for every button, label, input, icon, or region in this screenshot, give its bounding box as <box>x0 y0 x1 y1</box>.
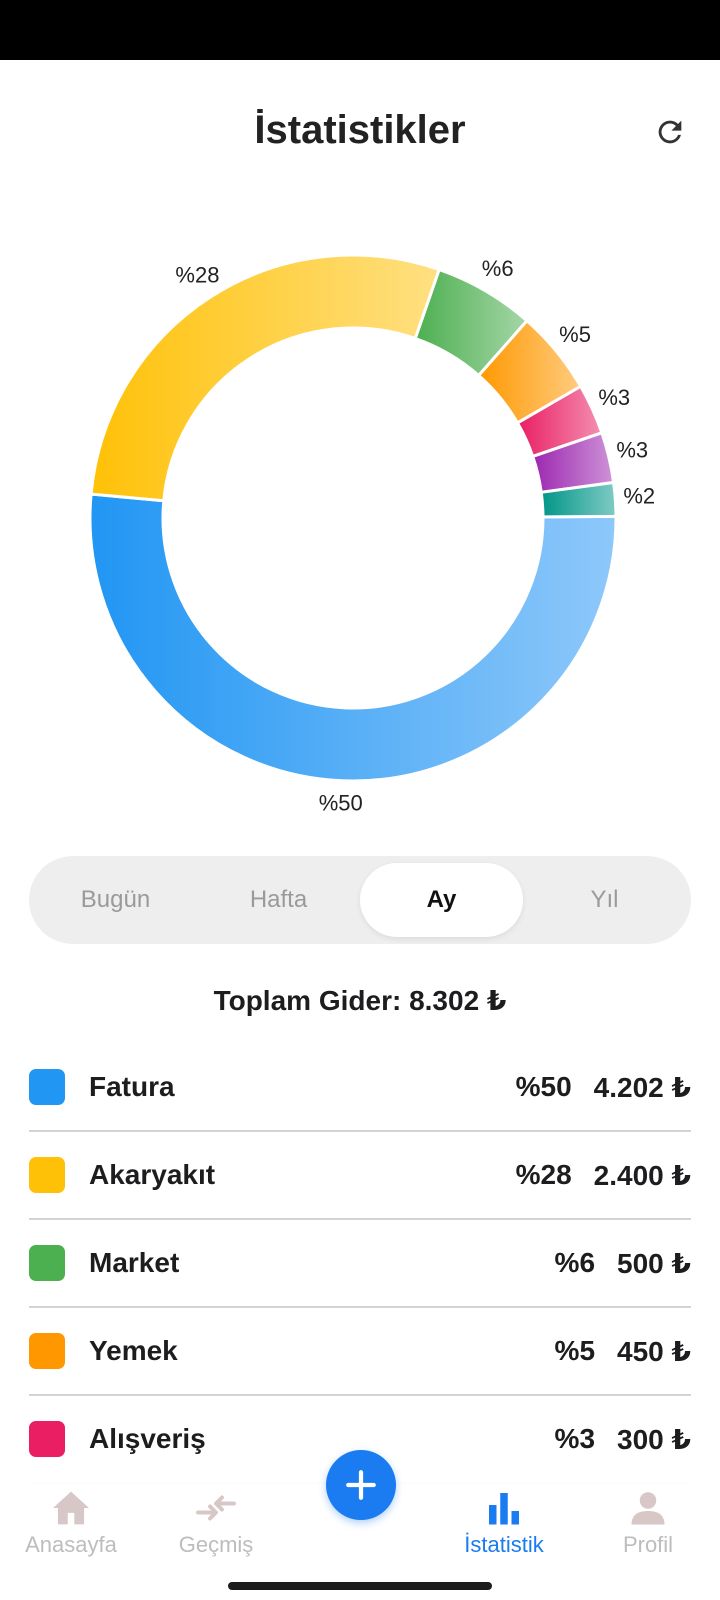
refresh-button[interactable] <box>648 110 692 154</box>
total-expense: Toplam Gider: 8.302 ₺ <box>213 985 507 1016</box>
category-list: Fatura %50 4.202 ₺ Akaryakıt %28 2.400 ₺… <box>29 1044 691 1484</box>
category-name: Alışveriş <box>89 1423 206 1454</box>
nav-label: Profil <box>622 1532 674 1557</box>
color-swatch <box>29 1245 65 1281</box>
list-item[interactable]: Market %6 500 ₺ <box>29 1220 691 1308</box>
nav-item-profil[interactable]: Profil <box>573 1490 720 1558</box>
tab-hafta[interactable]: Hafta <box>197 863 360 937</box>
category-percent: %5 <box>554 1335 596 1366</box>
category-percent: %28 <box>515 1159 572 1190</box>
slice-percent-label: %5 <box>559 322 591 347</box>
plus-icon <box>346 1470 376 1500</box>
page-title: İstatistikler <box>254 108 466 152</box>
slice-percent-label: %3 <box>616 438 648 463</box>
nav-item-istatistik[interactable]: İstatistik <box>429 1490 579 1558</box>
category-percent: %50 <box>515 1071 572 1102</box>
category-amount: 450 ₺ <box>617 1335 691 1367</box>
nav-item-gecmis[interactable]: Geçmiş <box>141 1490 291 1558</box>
home-icon <box>53 1491 89 1525</box>
category-percent: %6 <box>554 1247 596 1278</box>
person-icon <box>631 1492 665 1525</box>
color-swatch <box>29 1069 65 1105</box>
donut-chart-svg: %50 %28 %6 %5 %3 %3 %2 <box>88 253 655 816</box>
slice-percent-label: %28 <box>175 263 219 288</box>
status-bar <box>0 0 720 60</box>
list-item[interactable]: Yemek %5 450 ₺ <box>29 1308 691 1396</box>
color-swatch <box>29 1157 65 1193</box>
category-amount: 500 ₺ <box>617 1247 691 1279</box>
list-item[interactable]: Akaryakıt %28 2.400 ₺ <box>29 1132 691 1220</box>
home-indicator <box>228 1582 492 1590</box>
nav-item-anasayfa[interactable]: Anasayfa <box>0 1490 146 1558</box>
slice-percent-label: %3 <box>598 385 630 410</box>
period-selector: Bugün Hafta Ay Yıl <box>29 856 691 944</box>
nav-label: İstatistik <box>464 1532 544 1557</box>
color-swatch <box>29 1421 65 1457</box>
category-amount: 300 ₺ <box>617 1423 691 1455</box>
donut-slice-1 <box>88 492 618 783</box>
category-name: Fatura <box>89 1071 175 1102</box>
swap-arrows-icon <box>196 1495 236 1521</box>
slice-percent-label: %2 <box>623 484 655 509</box>
tab-bugun[interactable]: Bugün <box>34 863 197 937</box>
category-amount: 2.400 ₺ <box>593 1159 691 1191</box>
tab-ay[interactable]: Ay <box>360 863 523 937</box>
nav-label: Geçmiş <box>178 1532 254 1557</box>
category-name: Market <box>89 1247 180 1278</box>
category-amount: 4.202 ₺ <box>593 1071 691 1103</box>
list-item[interactable]: Fatura %50 4.202 ₺ <box>29 1044 691 1132</box>
color-swatch <box>29 1333 65 1369</box>
header: İstatistikler <box>0 60 720 200</box>
nav-label: Anasayfa <box>25 1532 117 1557</box>
category-name: Yemek <box>89 1335 178 1366</box>
bar-chart-icon <box>489 1493 519 1525</box>
tab-yil[interactable]: Yıl <box>523 863 686 937</box>
refresh-icon <box>658 120 682 144</box>
add-button[interactable] <box>326 1450 396 1520</box>
category-percent: %3 <box>554 1423 596 1454</box>
donut-slice-2 <box>89 253 442 503</box>
category-name: Akaryakıt <box>89 1159 216 1190</box>
donut-chart: %50 %28 %6 %5 %3 %3 %2 <box>0 200 720 850</box>
slice-percent-label: %6 <box>482 256 514 281</box>
slice-percent-label: %50 <box>319 791 363 816</box>
